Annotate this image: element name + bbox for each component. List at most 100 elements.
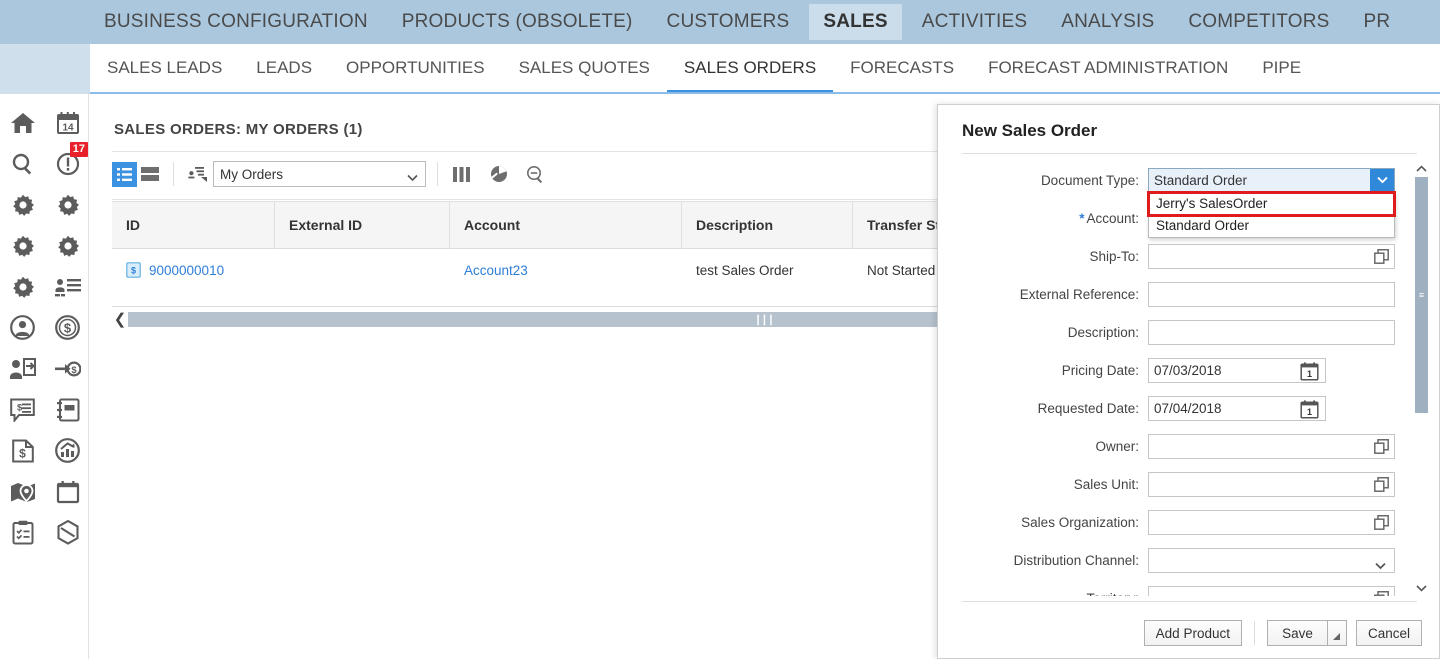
sales-unit-input[interactable] xyxy=(1148,471,1395,497)
sidebar-item-quote-bubble[interactable]: $ xyxy=(0,389,45,430)
sidebar-icon-grid: 14 17 $ $ $ $ xyxy=(0,94,88,553)
tab-forecast-administration[interactable]: FORECAST ADMINISTRATION xyxy=(971,58,1245,94)
save-dropdown-arrow-icon[interactable] xyxy=(1326,620,1347,646)
top-nav-item-business-configuration[interactable]: BUSINESS CONFIGURATION xyxy=(90,4,382,40)
ship-to-input[interactable] xyxy=(1148,243,1395,269)
sales-order-id-link[interactable]: 9000000010 xyxy=(149,263,224,278)
label-external-reference: External Reference: xyxy=(938,287,1148,302)
distribution-channel-select[interactable] xyxy=(1148,547,1395,573)
zoom-out-icon[interactable] xyxy=(523,162,548,187)
dropdown-option-jerry-s-salesorder[interactable]: Jerry's SalesOrder xyxy=(1147,190,1396,217)
value-help-icon[interactable] xyxy=(1374,248,1389,269)
sidebar-item-analytics-globe[interactable] xyxy=(45,430,90,471)
svg-text:1: 1 xyxy=(1307,407,1312,417)
top-nav-item-products-obsolete[interactable]: PRODUCTS (OBSOLETE) xyxy=(388,4,647,40)
vscroll-track[interactable]: ≡ xyxy=(1413,177,1430,580)
arrow-dollar-icon: $ xyxy=(54,357,81,381)
calendar-small-icon[interactable]: 1 xyxy=(1300,361,1319,386)
top-nav-item-pr[interactable]: PR xyxy=(1350,4,1405,40)
form-row-owner: Owner: xyxy=(938,427,1419,465)
tab-pipe[interactable]: PIPE xyxy=(1245,58,1318,94)
scroll-up-arrow-icon[interactable] xyxy=(1413,161,1430,177)
sidebar-item-gear[interactable] xyxy=(45,225,90,266)
save-button[interactable]: Save xyxy=(1266,620,1327,646)
sidebar-item-search[interactable] xyxy=(0,143,45,184)
view-selector-wrapper: My Orders xyxy=(210,161,426,187)
top-nav-item-analysis[interactable]: ANALYSIS xyxy=(1047,4,1168,40)
label-ship-to: Ship-To: xyxy=(938,249,1148,264)
top-nav-item-sales[interactable]: SALES xyxy=(809,4,902,40)
sidebar-item-invoice-dollar[interactable]: $ xyxy=(0,430,45,471)
label-description: Description: xyxy=(938,325,1148,340)
list-view-icon[interactable] xyxy=(112,161,137,187)
sidebar-item-dollar-coin[interactable]: $ xyxy=(45,307,90,348)
calendar-small-icon[interactable]: 1 xyxy=(1300,399,1319,424)
view-selector[interactable]: My Orders xyxy=(213,161,426,187)
value-help-icon[interactable] xyxy=(1374,590,1389,596)
form-row-ship-to: Ship-To: xyxy=(938,237,1419,275)
territory-input[interactable] xyxy=(1148,585,1395,596)
tab-sales-orders[interactable]: SALES ORDERS xyxy=(666,58,834,94)
sidebar-item-home[interactable] xyxy=(0,102,45,143)
top-nav-item-activities[interactable]: ACTIVITIES xyxy=(908,4,1041,40)
vscroll-thumb[interactable]: ≡ xyxy=(1415,177,1428,413)
sidebar-item-contact-list[interactable] xyxy=(45,266,90,307)
sidebar-item-gear[interactable] xyxy=(0,184,45,225)
dialog-vertical-scrollbar[interactable]: ≡ xyxy=(1413,161,1430,596)
label-sales-unit: Sales Unit: xyxy=(938,477,1148,492)
pie-chart-icon[interactable] xyxy=(486,162,511,187)
owner-input[interactable] xyxy=(1148,433,1395,459)
label-text: Account: xyxy=(1086,210,1139,226)
description-input[interactable] xyxy=(1148,319,1395,345)
sidebar-item-map-pin[interactable] xyxy=(0,471,45,512)
cancel-button[interactable]: Cancel xyxy=(1355,620,1422,646)
dropdown-option-standard-order[interactable]: Standard Order xyxy=(1149,215,1394,237)
label-text: Territory: xyxy=(1086,591,1139,597)
sidebar-item-alert-circle[interactable]: 17 xyxy=(45,142,90,184)
tab-forecasts[interactable]: FORECASTS xyxy=(833,58,971,94)
tab-sales-quotes[interactable]: SALES QUOTES xyxy=(502,58,667,94)
notification-badge: 17 xyxy=(69,142,88,157)
top-nav-item-customers[interactable]: CUSTOMERS xyxy=(653,4,804,40)
sidebar-item-cube[interactable] xyxy=(45,512,90,553)
document-type-combobox[interactable]: Standard Order xyxy=(1148,167,1395,193)
add-product-button[interactable]: Add Product xyxy=(1143,620,1242,646)
column-header-external-id[interactable]: External ID xyxy=(275,201,450,249)
sidebar-item-user-circle[interactable] xyxy=(0,307,45,348)
dialog-title: New Sales Order xyxy=(962,121,1098,140)
invoice-dollar-icon: $ xyxy=(11,439,34,463)
label-pricing-date: Pricing Date: xyxy=(938,363,1148,378)
tab-sales-leads[interactable]: SALES LEADS xyxy=(90,58,239,94)
sidebar-item-notebook[interactable] xyxy=(45,389,90,430)
scroll-down-arrow-icon[interactable] xyxy=(1413,580,1430,596)
tile-view-icon[interactable] xyxy=(137,162,162,187)
column-header-description[interactable]: Description xyxy=(682,201,853,249)
sidebar-item-clipboard-check[interactable] xyxy=(0,512,45,553)
sidebar-item-gear[interactable] xyxy=(0,225,45,266)
value-help-icon[interactable] xyxy=(1374,438,1389,459)
sidebar-item-arrow-dollar[interactable]: $ xyxy=(45,348,90,389)
tab-leads[interactable]: LEADS xyxy=(239,58,329,94)
control-document-type: Standard Order Jerry's SalesOrder Standard… xyxy=(1147,167,1396,238)
chevron-down-icon[interactable] xyxy=(1370,168,1394,192)
form-row-document-type: Document Type: Standard Order Jerry's Sale… xyxy=(938,161,1419,238)
account-link[interactable]: Account23 xyxy=(464,263,528,278)
sidebar-item-gear[interactable] xyxy=(0,266,45,307)
external-reference-input[interactable] xyxy=(1148,281,1395,307)
sales-organization-input[interactable] xyxy=(1148,509,1395,535)
tab-opportunities[interactable]: OPPORTUNITIES xyxy=(329,58,502,94)
scroll-left-arrow-icon[interactable]: ❮ xyxy=(112,312,128,327)
svg-text:$: $ xyxy=(19,446,26,460)
column-header-account[interactable]: Account xyxy=(450,201,682,249)
sidebar-item-calendar-14[interactable]: 14 xyxy=(45,102,90,143)
top-nav-item-competitors[interactable]: COMPETITORS xyxy=(1174,4,1343,40)
notebook-icon xyxy=(56,398,80,422)
columns-icon[interactable] xyxy=(449,162,474,187)
value-help-icon[interactable] xyxy=(1374,476,1389,497)
value-help-icon[interactable] xyxy=(1374,514,1389,535)
sidebar-item-user-transfer[interactable] xyxy=(0,348,45,389)
sidebar-item-gear[interactable] xyxy=(45,184,90,225)
column-header-id[interactable]: ID xyxy=(112,201,275,249)
sort-icon[interactable] xyxy=(185,162,210,187)
sidebar-item-calendar-blank[interactable] xyxy=(45,471,90,512)
